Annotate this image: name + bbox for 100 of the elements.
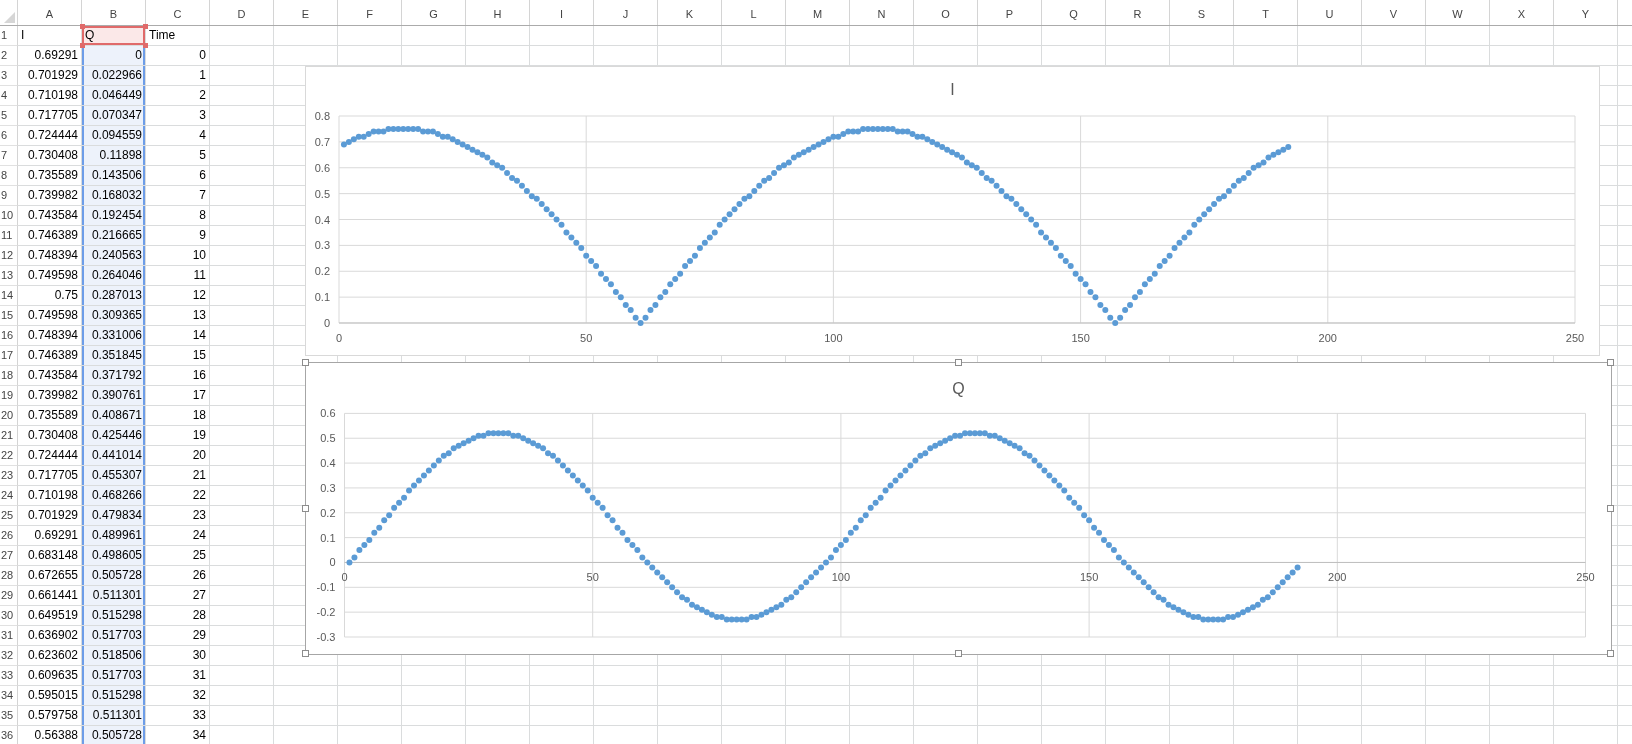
sheet-cell[interactable]: 0.309365: [82, 306, 146, 326]
row-header[interactable]: 24: [0, 486, 18, 506]
range-handle[interactable]: [143, 43, 148, 48]
sheet-cell[interactable]: 0.518506: [82, 646, 146, 666]
resize-handle[interactable]: [954, 650, 962, 657]
sheet-cell[interactable]: 0.390761: [82, 386, 146, 406]
sheet-cell[interactable]: 0.192454: [82, 206, 146, 226]
sheet-cell[interactable]: 0.515298: [82, 686, 146, 706]
column-header[interactable]: Y: [1554, 0, 1618, 25]
range-handle[interactable]: [80, 43, 85, 48]
column-header[interactable]: W: [1426, 0, 1490, 25]
resize-handle[interactable]: [302, 650, 309, 657]
column-header[interactable]: N: [850, 0, 914, 25]
column-header[interactable]: V: [1362, 0, 1426, 25]
sheet-cell[interactable]: 0.455307: [82, 466, 146, 486]
row-header[interactable]: 36: [0, 726, 18, 744]
row-header[interactable]: 11: [0, 226, 18, 246]
row-header[interactable]: 4: [0, 86, 18, 106]
sheet-cell[interactable]: 0.479834: [82, 506, 146, 526]
column-header[interactable]: Q: [1042, 0, 1106, 25]
row-header[interactable]: 8: [0, 166, 18, 186]
row-header[interactable]: 33: [0, 666, 18, 686]
row-header[interactable]: 17: [0, 346, 18, 366]
resize-handle[interactable]: [302, 504, 309, 512]
sheet-cell[interactable]: 0.468266: [82, 486, 146, 506]
row-header[interactable]: 19: [0, 386, 18, 406]
column-header[interactable]: S: [1170, 0, 1234, 25]
row-header[interactable]: 20: [0, 406, 18, 426]
sheet-cell[interactable]: 0: [82, 46, 146, 66]
row-header[interactable]: 3: [0, 66, 18, 86]
sheet-cell[interactable]: 0.331006: [82, 326, 146, 346]
column-header[interactable]: P: [978, 0, 1042, 25]
row-header[interactable]: 30: [0, 606, 18, 626]
row-header[interactable]: 18: [0, 366, 18, 386]
row-header[interactable]: 13: [0, 266, 18, 286]
sheet-cell[interactable]: 0.489961: [82, 526, 146, 546]
row-header[interactable]: 6: [0, 126, 18, 146]
row-header[interactable]: 29: [0, 586, 18, 606]
row-header[interactable]: 5: [0, 106, 18, 126]
sheet-cell[interactable]: 0.498605: [82, 546, 146, 566]
sheet-cell[interactable]: 0.441014: [82, 446, 146, 466]
sheet-cell[interactable]: 0.505728: [82, 726, 146, 744]
sheet-cell[interactable]: 0.264046: [82, 266, 146, 286]
row-header[interactable]: 22: [0, 446, 18, 466]
row-header[interactable]: 25: [0, 506, 18, 526]
column-header[interactable]: I: [530, 0, 594, 25]
row-header[interactable]: 23: [0, 466, 18, 486]
column-header[interactable]: X: [1490, 0, 1554, 25]
resize-handle[interactable]: [1607, 504, 1614, 512]
sheet-cell[interactable]: 0.094559: [82, 126, 146, 146]
row-header[interactable]: 7: [0, 146, 18, 166]
sheet-cell[interactable]: 0.351845: [82, 346, 146, 366]
sheet-cell[interactable]: 0.517703: [82, 666, 146, 686]
sheet-cell[interactable]: 0.408671: [82, 406, 146, 426]
column-header[interactable]: M: [786, 0, 850, 25]
row-header[interactable]: 16: [0, 326, 18, 346]
sheet-cell[interactable]: 0.11898: [82, 146, 146, 166]
resize-handle[interactable]: [302, 359, 309, 366]
sheet-cell[interactable]: Q: [82, 26, 146, 46]
sheet-cell[interactable]: 0.240563: [82, 246, 146, 266]
sheet-cell[interactable]: 0.287013: [82, 286, 146, 306]
sheet-cell[interactable]: 0.168032: [82, 186, 146, 206]
column-header[interactable]: E: [274, 0, 338, 25]
row-header[interactable]: 2: [0, 46, 18, 66]
sheet-cell[interactable]: 0.046449: [82, 86, 146, 106]
row-header[interactable]: 9: [0, 186, 18, 206]
sheet-cell[interactable]: 0.022966: [82, 66, 146, 86]
column-header[interactable]: R: [1106, 0, 1170, 25]
row-header[interactable]: 12: [0, 246, 18, 266]
sheet-cell[interactable]: 0.425446: [82, 426, 146, 446]
sheet-cell[interactable]: 0.511301: [82, 706, 146, 726]
column-header[interactable]: F: [338, 0, 402, 25]
column-header[interactable]: U: [1298, 0, 1362, 25]
row-header[interactable]: 26: [0, 526, 18, 546]
sheet-cell[interactable]: 0.515298: [82, 606, 146, 626]
column-header[interactable]: O: [914, 0, 978, 25]
sheet-cell[interactable]: 0.070347: [82, 106, 146, 126]
column-header[interactable]: T: [1234, 0, 1298, 25]
range-handle[interactable]: [80, 24, 85, 29]
row-header[interactable]: 31: [0, 626, 18, 646]
sheet-cell[interactable]: 0.143506: [82, 166, 146, 186]
column-header[interactable]: D: [210, 0, 274, 25]
row-header[interactable]: 27: [0, 546, 18, 566]
column-header[interactable]: K: [658, 0, 722, 25]
resize-handle[interactable]: [1607, 359, 1614, 366]
column-header[interactable]: J: [594, 0, 658, 25]
row-header[interactable]: 10: [0, 206, 18, 226]
row-header[interactable]: 21: [0, 426, 18, 446]
row-header[interactable]: 14: [0, 286, 18, 306]
sheet-cell[interactable]: 0.517703: [82, 626, 146, 646]
row-header[interactable]: 15: [0, 306, 18, 326]
range-handle[interactable]: [143, 24, 148, 29]
sheet-cell[interactable]: 0.216665: [82, 226, 146, 246]
row-header[interactable]: 28: [0, 566, 18, 586]
column-header[interactable]: L: [722, 0, 786, 25]
sheet-cell[interactable]: 0.371792: [82, 366, 146, 386]
sheet-cell[interactable]: 0.505728: [82, 566, 146, 586]
column-header[interactable]: G: [402, 0, 466, 25]
row-header[interactable]: 1: [0, 26, 18, 46]
sheet-cell[interactable]: 0.511301: [82, 586, 146, 606]
